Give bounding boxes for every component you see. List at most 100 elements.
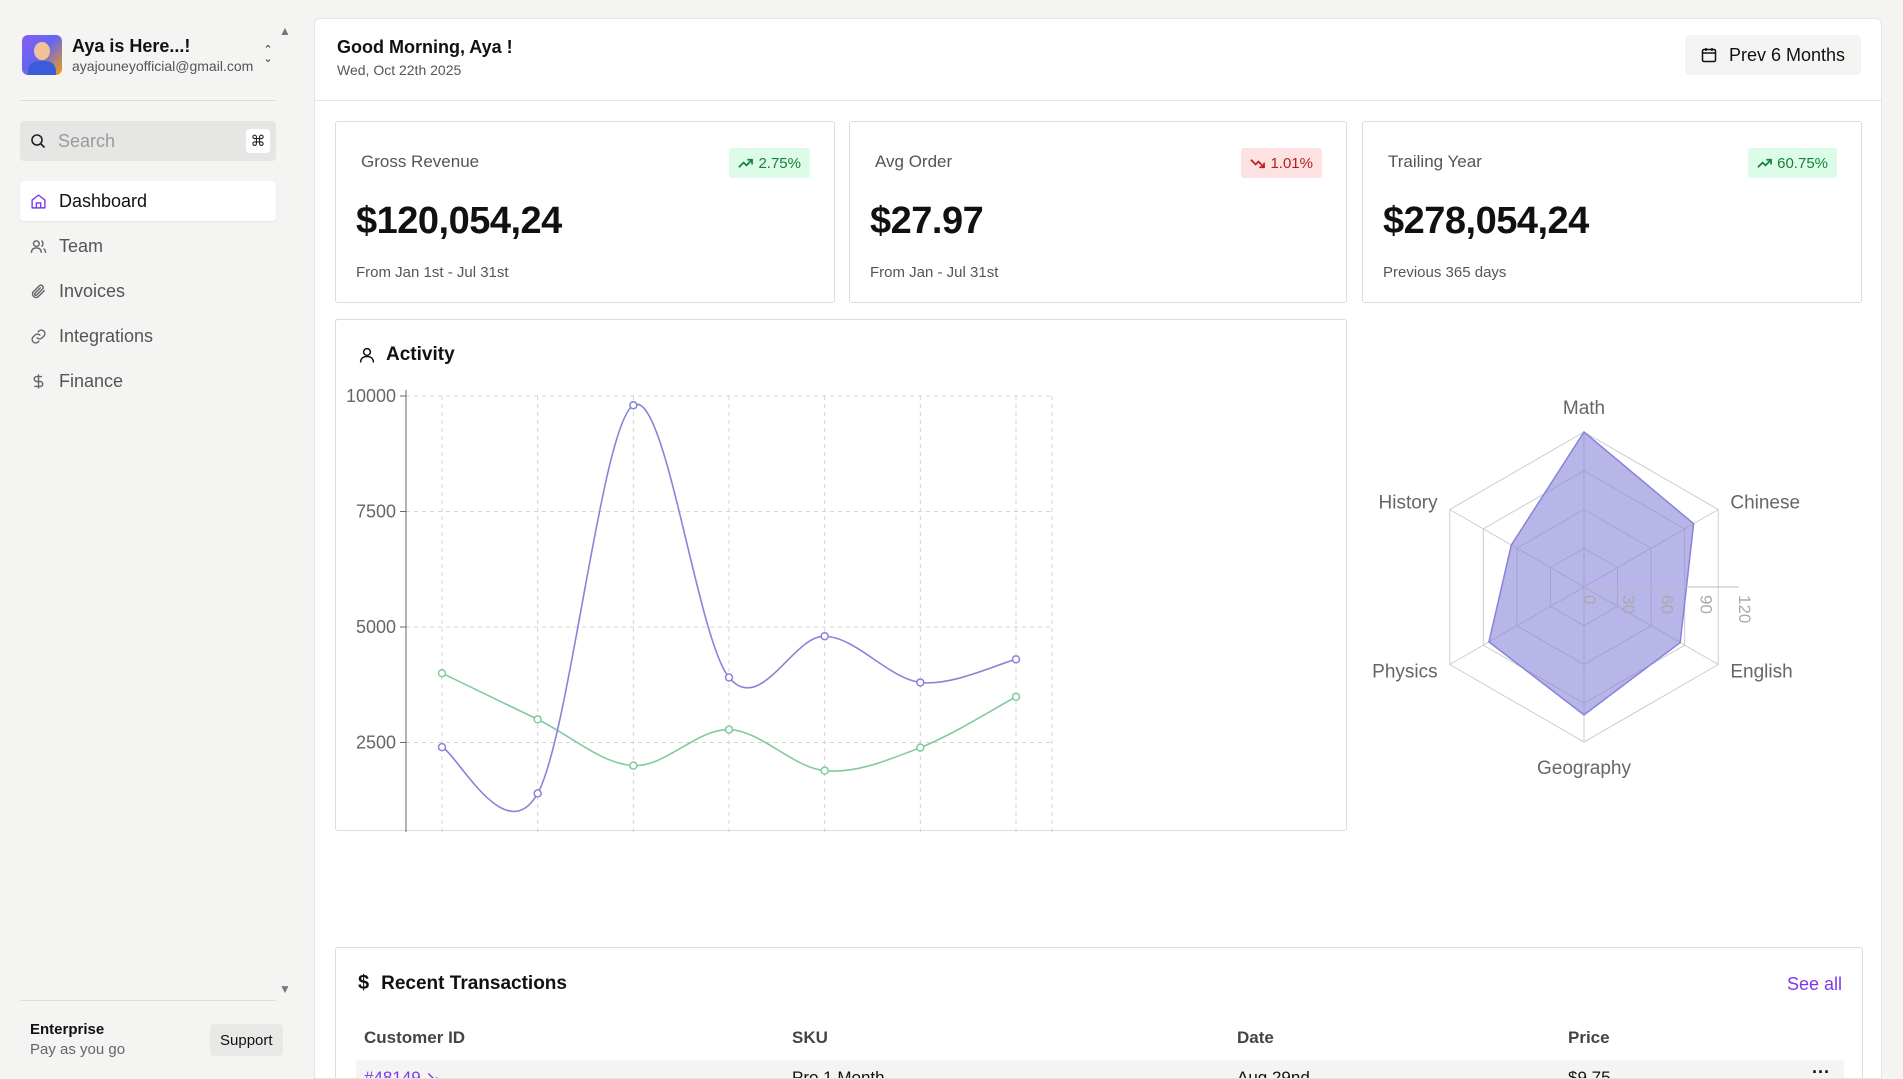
radial-tick-label: 120 — [1735, 595, 1754, 623]
radar-axis-label: Physics — [1372, 662, 1437, 683]
trend-badge: 1.01% — [1241, 148, 1322, 178]
data-point-mobile — [629, 400, 638, 410]
scroll-up-arrow-icon[interactable]: ▲ — [279, 24, 291, 38]
transactions-title-text: Recent Transactions — [381, 972, 567, 994]
column-header-sku[interactable]: SKU — [792, 1028, 828, 1048]
stat-card-trailing-year: Trailing Year 60.75% $278,054,24 Previou… — [1362, 121, 1862, 303]
profile-switcher[interactable]: Aya is Here...! ayajouneyofficial@gmail.… — [22, 32, 276, 78]
arrow-down-right-icon: ↘ — [425, 1068, 440, 1079]
radar-axis-label: History — [1379, 493, 1439, 514]
data-point-desktop — [1011, 692, 1021, 702]
see-all-link[interactable]: See all — [1787, 974, 1842, 995]
sidebar-item-integrations[interactable]: Integrations — [20, 316, 276, 356]
top-header: Good Morning, Aya ! Wed, Oct 22th 2025 P… — [315, 19, 1881, 101]
greeting: Good Morning, Aya ! — [337, 37, 513, 57]
sidebar-nav: Dashboard Team Invoices Integrations Fin… — [20, 181, 276, 406]
trend-value: 2.75% — [758, 154, 801, 172]
radial-tick-label: 90 — [1696, 595, 1715, 614]
dollar-icon — [33, 373, 44, 389]
stat-label: Avg Order — [875, 152, 953, 171]
plan-info: Enterprise Pay as you go — [30, 1020, 125, 1060]
stat-value: $278,054,24 — [1383, 200, 1589, 242]
data-point-mobile — [916, 678, 925, 687]
stat-label: Gross Revenue — [361, 152, 480, 171]
stat-card-gross-revenue: Gross Revenue 2.75% $120,054,24 From Jan… — [335, 121, 835, 303]
date-range-label: Prev 6 Months — [1728, 44, 1845, 65]
activity-line-chart: 025005000750010000Page APage BPage CPage… — [346, 386, 1053, 832]
data-point-mobile — [1011, 655, 1021, 664]
trending-down-icon — [1250, 158, 1266, 168]
dollar-icon: $ — [358, 972, 370, 994]
current-date: Wed, Oct 22th 2025 — [337, 62, 462, 78]
sidebar-item-label: Dashboard — [59, 190, 148, 211]
trend-badge: 60.75% — [1748, 148, 1837, 178]
column-header-date[interactable]: Date — [1237, 1028, 1274, 1048]
data-point-mobile — [533, 789, 542, 798]
stat-value: $120,054,24 — [356, 200, 562, 242]
subject-radar-chart: 0 30 60 90 120 Math Chinese English Geography Phy… — [1372, 398, 1800, 779]
paperclip-icon — [31, 284, 45, 298]
data-point-mobile — [437, 742, 447, 752]
radial-tick-label: 30 — [1619, 595, 1638, 614]
divider — [20, 1000, 276, 1001]
y-tick-label: 2500 — [356, 733, 396, 753]
data-point-desktop — [724, 725, 734, 734]
sidebar: Aya is Here...! ayajouneyofficial@gmail.… — [0, 0, 296, 1079]
date-range-button[interactable]: Prev 6 Months — [1684, 35, 1861, 75]
search-icon — [31, 134, 46, 149]
stat-value: $27.97 — [870, 200, 984, 242]
data-point-desktop — [533, 715, 542, 724]
price-cell: $9.75 — [1568, 1068, 1611, 1079]
column-header-price[interactable]: Price — [1568, 1028, 1610, 1048]
command-key-icon: ⌘ — [246, 129, 270, 153]
radial-tick-label: 0 — [1580, 595, 1599, 604]
plan-subtitle: Pay as you go — [30, 1041, 126, 1058]
more-actions-icon[interactable]: ··· — [1812, 1062, 1830, 1078]
radial-tick-label: 60 — [1658, 595, 1677, 614]
sidebar-item-finance[interactable]: Finance — [20, 361, 276, 401]
profile-email: ayajouneyofficial@gmail.com — [72, 58, 254, 74]
customer-id-cell[interactable]: #48149 ↘ — [364, 1068, 440, 1079]
table-row[interactable]: #48149 ↘ Pro 1 Month Aug 29nd $9.75 ··· — [356, 1060, 1844, 1079]
main-panel: Good Morning, Aya ! Wed, Oct 22th 2025 P… — [314, 18, 1882, 1079]
divider — [20, 100, 276, 101]
y-tick-label: 7500 — [356, 502, 396, 522]
sidebar-item-dashboard[interactable]: Dashboard — [20, 181, 276, 221]
chevron-up-down-icon[interactable]: ⌃ ⌄ — [260, 44, 276, 66]
radar-axis-label: English — [1730, 662, 1792, 683]
activity-card: Activity 025005000750010000Page APage BP… — [335, 319, 1347, 832]
sidebar-item-label: Invoices — [59, 280, 126, 301]
trending-up-icon — [738, 158, 754, 168]
link-icon — [31, 328, 46, 344]
support-button[interactable]: Support — [210, 1024, 283, 1056]
sidebar-item-invoices[interactable]: Invoices — [20, 271, 276, 311]
search-box[interactable]: ⌘ — [20, 121, 276, 161]
sidebar-item-team[interactable]: Team — [20, 226, 276, 266]
data-point-desktop — [916, 743, 925, 752]
stat-label: Trailing Year — [1388, 152, 1482, 171]
sidebar-item-label: Integrations — [59, 325, 154, 346]
y-tick-label: 10000 — [346, 386, 396, 406]
column-header-customer-id[interactable]: Customer ID — [364, 1028, 465, 1048]
stat-period: From Jan 1st - Jul 31st — [356, 264, 509, 281]
radar-area — [1488, 430, 1695, 716]
date-cell: Aug 29nd — [1237, 1068, 1310, 1079]
home-icon — [31, 193, 46, 209]
customer-id-link[interactable]: #48149 — [364, 1068, 421, 1078]
search-input[interactable] — [58, 130, 238, 152]
radar-axis-label: Chinese — [1730, 493, 1800, 514]
data-point-mobile — [820, 631, 829, 641]
stat-card-avg-order: Avg Order 1.01% $27.97 From Jan - Jul 31… — [849, 121, 1347, 303]
scroll-down-arrow-icon[interactable]: ▼ — [279, 982, 291, 996]
trend-badge: 2.75% — [729, 148, 810, 178]
stat-period: From Jan - Jul 31st — [870, 264, 999, 281]
transactions-title: $ Recent Transactions — [358, 972, 567, 995]
data-point-mobile — [724, 673, 734, 682]
profile-name: Aya is Here...! — [72, 36, 191, 56]
radar-axis-label: Math — [1563, 398, 1605, 419]
trending-up-icon — [1757, 158, 1773, 168]
sidebar-item-label: Team — [59, 235, 104, 256]
stat-period: Previous 365 days — [1383, 264, 1507, 281]
plan-name: Enterprise — [30, 1021, 105, 1038]
data-point-desktop — [629, 761, 638, 770]
